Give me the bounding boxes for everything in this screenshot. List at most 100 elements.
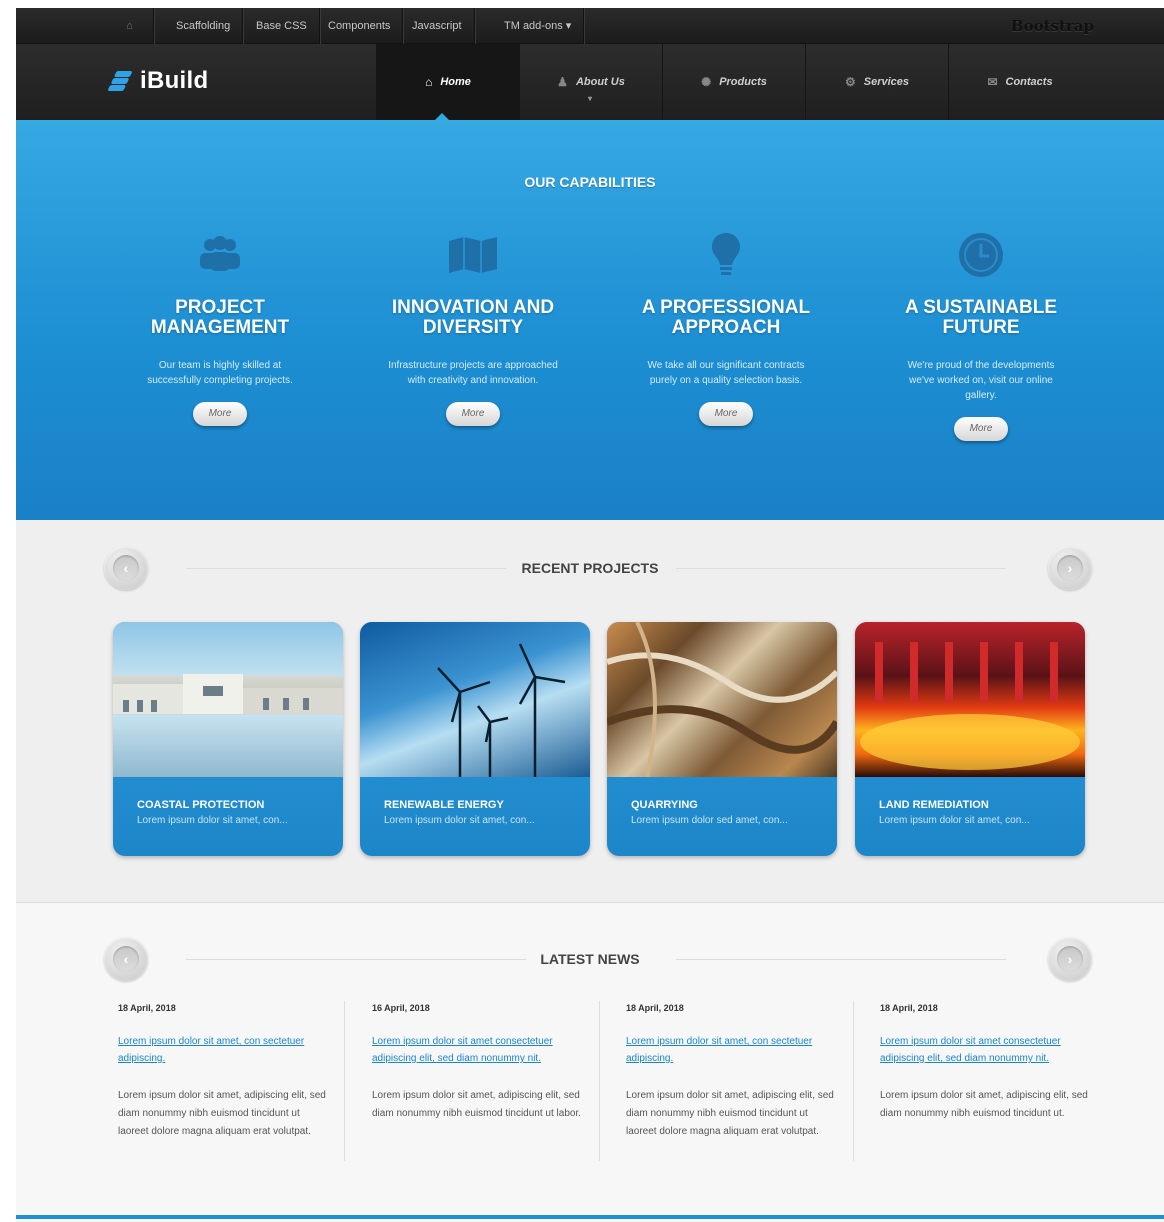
project-card[interactable]: RENEWABLE ENERGY Lorem ipsum dolor sit a… [360, 622, 590, 856]
capability-text: Infrastructure projects are approached w… [388, 360, 558, 386]
project-desc: Lorem ipsum dolor sit amet, con... [879, 815, 1030, 826]
project-card[interactable]: QUARRYING Lorem ipsum dolor sed amet, co… [607, 622, 837, 856]
projects-next-button[interactable]: › [1048, 546, 1092, 590]
news-date: 18 April, 2018 [626, 1003, 684, 1013]
nav-item-home[interactable]: ⌂ Home [376, 44, 519, 120]
topbar-dropdown-tm-addons[interactable]: TM add-ons ▾ [492, 8, 585, 44]
latest-news-section: LATEST NEWS ‹ › 18 April, 2018 Lorem ips… [16, 903, 1164, 1219]
capability-text: Our team is highly skilled at successful… [147, 360, 293, 386]
nav-label-contacts: Contacts [1005, 76, 1053, 88]
topbar-link-components[interactable]: Components [316, 8, 404, 44]
project-image [360, 622, 590, 777]
chevron-left-icon: ‹ [113, 555, 139, 581]
lightbulb-icon [621, 230, 831, 280]
capability-text: We take all our significant contracts pu… [647, 360, 805, 386]
project-desc: Lorem ipsum dolor sit amet, con... [384, 815, 535, 826]
project-title: RENEWABLE ENERGY [384, 799, 504, 811]
news-text: Lorem ipsum dolor sit amet, adipiscing e… [118, 1090, 326, 1137]
more-button[interactable]: More [193, 402, 247, 426]
project-title: QUARRYING [631, 799, 698, 811]
top-utility-bar: ⌂ Scaffolding Base CSS Components Javasc… [16, 8, 1164, 44]
user-icon: ♟ [557, 75, 568, 89]
page: ⌂ Scaffolding Base CSS Components Javasc… [16, 8, 1164, 1222]
news-link[interactable]: Lorem ipsum dolor sit amet consectetuer … [880, 1033, 1090, 1067]
recent-projects-title: RECENT PROJECTS [521, 560, 659, 576]
project-image [607, 622, 837, 777]
topbar-link-scaffolding[interactable]: Scaffolding [164, 8, 244, 44]
capability-text: We're proud of the developments we've wo… [907, 360, 1055, 401]
nav-item-services[interactable]: ⚙ Services [805, 44, 948, 120]
logo-stripes-icon [100, 68, 138, 94]
home-icon: ⌂ [425, 75, 433, 89]
project-title: LAND REMEDIATION [879, 799, 989, 811]
capability-card: A SUSTAINABLE FUTURE We're proud of the … [876, 230, 1086, 441]
more-button[interactable]: More [446, 402, 500, 426]
capability-heading: PROJECT MANAGEMENT [150, 297, 290, 338]
news-date: 18 April, 2018 [880, 1003, 938, 1013]
news-text: Lorem ipsum dolor sit amet, adipiscing e… [372, 1090, 582, 1119]
capability-card: A PROFESSIONAL APPROACH We take all our … [621, 230, 831, 426]
nav-item-products[interactable]: ✺ Products [662, 44, 805, 120]
logo[interactable]: iBuild [106, 67, 208, 95]
news-text: Lorem ipsum dolor sit amet, adipiscing e… [880, 1090, 1088, 1119]
news-text: Lorem ipsum dolor sit amet, adipiscing e… [626, 1090, 834, 1137]
project-card[interactable]: LAND REMEDIATION Lorem ipsum dolor sit a… [855, 622, 1085, 856]
main-nav: ⌂ Home ♟ About Us ▾ ✺ Products ⚙ Service… [376, 44, 1091, 120]
bell-icon: ✉ [987, 75, 998, 89]
project-desc: Lorem ipsum dolor sed amet, con... [631, 815, 788, 826]
news-item: 18 April, 2018 Lorem ipsum dolor sit ame… [626, 1003, 836, 1141]
capability-heading: A SUSTAINABLE FUTURE [905, 297, 1057, 338]
nav-item-about-us[interactable]: ♟ About Us ▾ [519, 44, 662, 120]
latest-news-title: LATEST NEWS [540, 951, 640, 967]
chevron-down-icon: ▾ [588, 94, 593, 103]
nav-item-contacts[interactable]: ✉ Contacts [948, 44, 1091, 120]
news-link[interactable]: Lorem ipsum dolor sit amet, con sectetue… [626, 1033, 836, 1067]
gear-icon: ✺ [701, 75, 712, 89]
news-item: 16 April, 2018 Lorem ipsum dolor sit ame… [372, 1003, 582, 1123]
footer-accent-strip [16, 1215, 1164, 1219]
project-card[interactable]: COASTAL PROTECTION Lorem ipsum dolor sit… [113, 622, 343, 856]
nav-label-services: Services [863, 76, 910, 88]
map-icon [368, 230, 578, 280]
capabilities-section: OUR CAPABILITIES PROJECT MANAGEMENT Our … [16, 120, 1164, 520]
chevron-right-icon: › [1057, 555, 1083, 581]
nav-label-home: Home [440, 76, 471, 88]
news-date: 18 April, 2018 [118, 1003, 176, 1013]
home-small-icon[interactable]: ⌂ [106, 8, 154, 44]
more-button[interactable]: More [954, 417, 1008, 441]
main-navbar: iBuild ⌂ Home ♟ About Us ▾ ✺ Products ⚙ … [16, 44, 1164, 121]
nav-label-products: Products [719, 76, 767, 88]
news-next-button[interactable]: › [1048, 937, 1092, 981]
news-link[interactable]: Lorem ipsum dolor sit amet consectetuer … [372, 1033, 582, 1067]
projects-prev-button[interactable]: ‹ [104, 546, 148, 590]
news-separator [853, 1001, 854, 1161]
project-desc: Lorem ipsum dolor sit amet, con... [137, 815, 288, 826]
recent-projects-section: RECENT PROJECTS ‹ › COASTAL PROTECTION L… [16, 520, 1164, 903]
logo-text: iBuild [140, 67, 209, 94]
topbar-link-base-css[interactable]: Base CSS [244, 8, 320, 44]
capabilities-title: OUR CAPABILITIES [524, 174, 656, 190]
news-separator [599, 1001, 600, 1161]
capability-heading: A PROFESSIONAL APPROACH [641, 297, 811, 338]
more-button[interactable]: More [699, 402, 753, 426]
project-title: COASTAL PROTECTION [137, 799, 265, 811]
project-image [113, 622, 343, 777]
chevron-left-icon: ‹ [113, 946, 139, 972]
topbar-link-javascript[interactable]: Javascript [400, 8, 475, 44]
team-icon [115, 230, 325, 280]
news-date: 16 April, 2018 [372, 1003, 430, 1013]
news-item: 18 April, 2018 Lorem ipsum dolor sit ame… [880, 1003, 1090, 1123]
nav-label-about-us: About Us [575, 76, 625, 88]
news-link[interactable]: Lorem ipsum dolor sit amet, con sectetue… [118, 1033, 328, 1067]
capability-heading: INNOVATION AND DIVERSITY [391, 297, 555, 338]
news-item: 18 April, 2018 Lorem ipsum dolor sit ame… [118, 1003, 328, 1141]
clock-icon [876, 230, 1086, 280]
bootstrap-brand: Bootstrap [1010, 17, 1094, 35]
project-image [855, 622, 1085, 777]
news-separator [344, 1001, 345, 1161]
capability-card: PROJECT MANAGEMENT Our team is highly sk… [115, 230, 325, 426]
capability-card: INNOVATION AND DIVERSITY Infrastructure … [368, 230, 578, 426]
chevron-right-icon: › [1057, 946, 1083, 972]
settings-icon: ⚙ [844, 75, 856, 89]
news-prev-button[interactable]: ‹ [104, 937, 148, 981]
